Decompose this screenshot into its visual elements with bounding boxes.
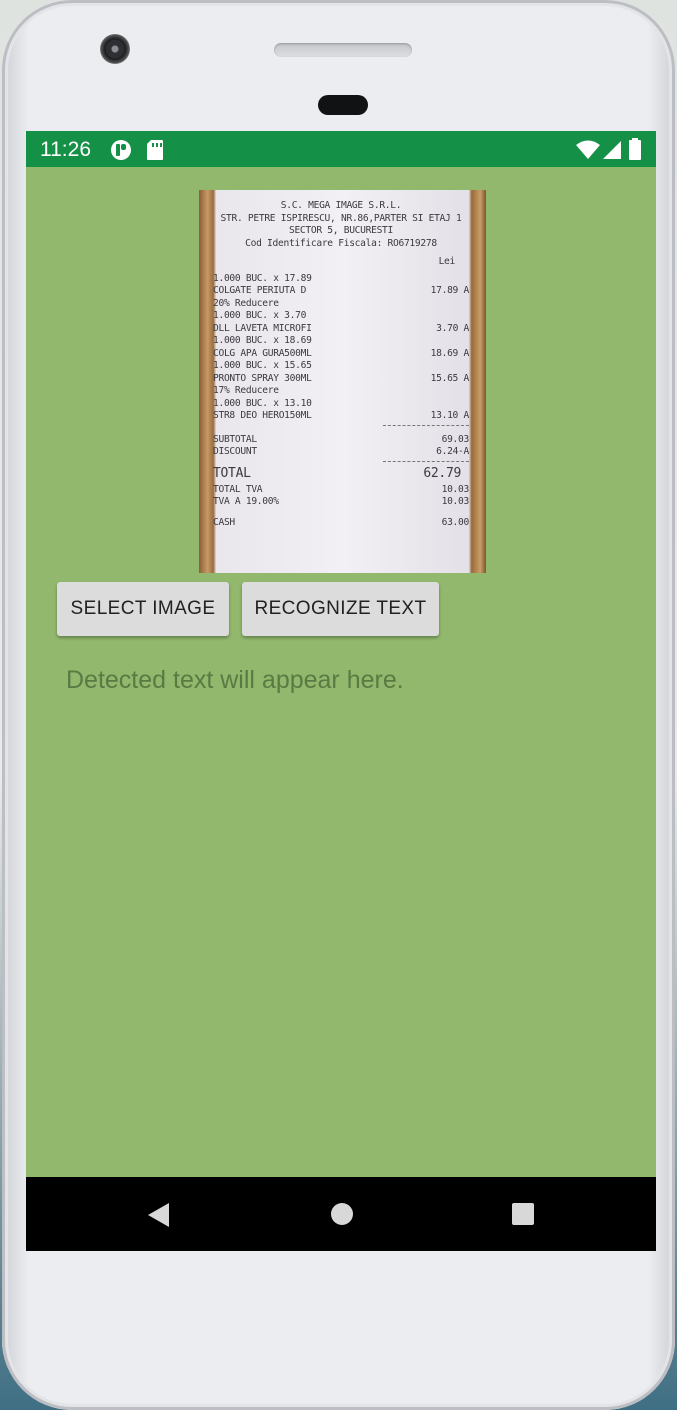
recent-apps-icon[interactable] (512, 1203, 534, 1225)
status-bar: 11:26 (26, 131, 656, 167)
receipt-total-value: 62.79 (423, 465, 461, 481)
phone-frame: 11:26 S.C. MEGA IMAGE S.R.L. STR. PETRE … (2, 0, 675, 1410)
receipt-cash-value: 63.00 (441, 516, 470, 528)
proximity-sensor (318, 95, 368, 115)
receipt-image: S.C. MEGA IMAGE S.R.L. STR. PETRE ISPIRE… (199, 190, 486, 573)
sd-card-icon (146, 139, 164, 166)
receipt-line-left: 1.000 BUC. x 18.69 (213, 335, 312, 346)
status-time: 11:26 (40, 138, 91, 161)
receipt-currency: Lei (438, 256, 456, 267)
receipt-line-right: 3.70 A (436, 322, 469, 334)
receipt-text: S.C. MEGA IMAGE S.R.L. STR. PETRE ISPIRE… (213, 200, 469, 573)
receipt-line-left: 1.000 BUC. x 3.70 (213, 310, 307, 321)
receipt-line-right: 13.10 A (430, 410, 470, 421)
earpiece-speaker (274, 43, 412, 57)
receipt-total-label: TOTAL (213, 465, 251, 481)
receipt-discount-value: 6.24-A (436, 446, 469, 457)
receipt-line-left: STR8 DEO HERO150ML (213, 410, 312, 421)
receipt-line-left: 1.000 BUC. x 17.89 (213, 272, 312, 284)
receipt-tva-total-label: TOTAL TVA (213, 483, 263, 495)
navigation-bar (26, 1177, 656, 1251)
receipt-line-left: 1.000 BUC. x 13.10 (213, 397, 312, 409)
detected-text-view: Detected text will appear here. (66, 666, 404, 694)
recognize-text-button[interactable]: RECOGNIZE TEXT (242, 582, 439, 636)
back-icon[interactable] (148, 1203, 169, 1227)
receipt-line-left: COLG APA GURA500ML (213, 347, 312, 359)
front-camera (100, 34, 130, 64)
app-notification-icon (110, 139, 132, 166)
receipt-header-line: SECTOR 5, BUCURESTI (288, 225, 394, 236)
receipt-header-line: STR. PETRE ISPIRESCU, NR.86,PARTER SI ET… (220, 212, 462, 224)
receipt-line-right: 15.65 A (430, 372, 470, 384)
receipt-line-left: PRONTO SPRAY 300ML (213, 372, 312, 384)
receipt-line-left: COLGATE PERIUTA D (213, 285, 307, 296)
receipt-line-left: 1.000 BUC. x 15.65 (213, 360, 312, 371)
receipt-line-right: 18.69 A (430, 347, 470, 359)
receipt-cash-label: CASH (213, 516, 235, 528)
receipt-tva-a-label: TVA A 19.00% (213, 496, 279, 507)
receipt-divider (383, 460, 469, 462)
receipt-divider (383, 424, 469, 426)
receipt-tva-a-value: 10.03 (441, 496, 470, 507)
home-icon[interactable] (331, 1203, 353, 1225)
receipt-line-left: DLL LAVETA MICROFI (213, 322, 312, 334)
app-screen: 11:26 S.C. MEGA IMAGE S.R.L. STR. PETRE … (26, 131, 656, 1251)
receipt-line-left: 17% Reducere (213, 385, 279, 396)
cell-signal-icon (602, 140, 622, 165)
receipt-tva-total-value: 10.03 (441, 483, 470, 495)
select-image-button[interactable]: SELECT IMAGE (57, 582, 229, 636)
receipt-subtotal-value: 69.03 (441, 433, 470, 445)
wifi-icon (576, 140, 600, 165)
receipt-discount-label: DISCOUNT (213, 446, 257, 457)
receipt-header-line: S.C. MEGA IMAGE S.R.L. (280, 200, 402, 211)
receipt-header-line: Cod Identificare Fiscala: RO6719278 (245, 237, 437, 249)
receipt-line-right: 17.89 A (430, 285, 470, 296)
receipt-line-left: 20% Reducere (213, 297, 279, 309)
battery-icon (629, 138, 641, 165)
receipt-subtotal-label: SUBTOTAL (213, 433, 257, 445)
